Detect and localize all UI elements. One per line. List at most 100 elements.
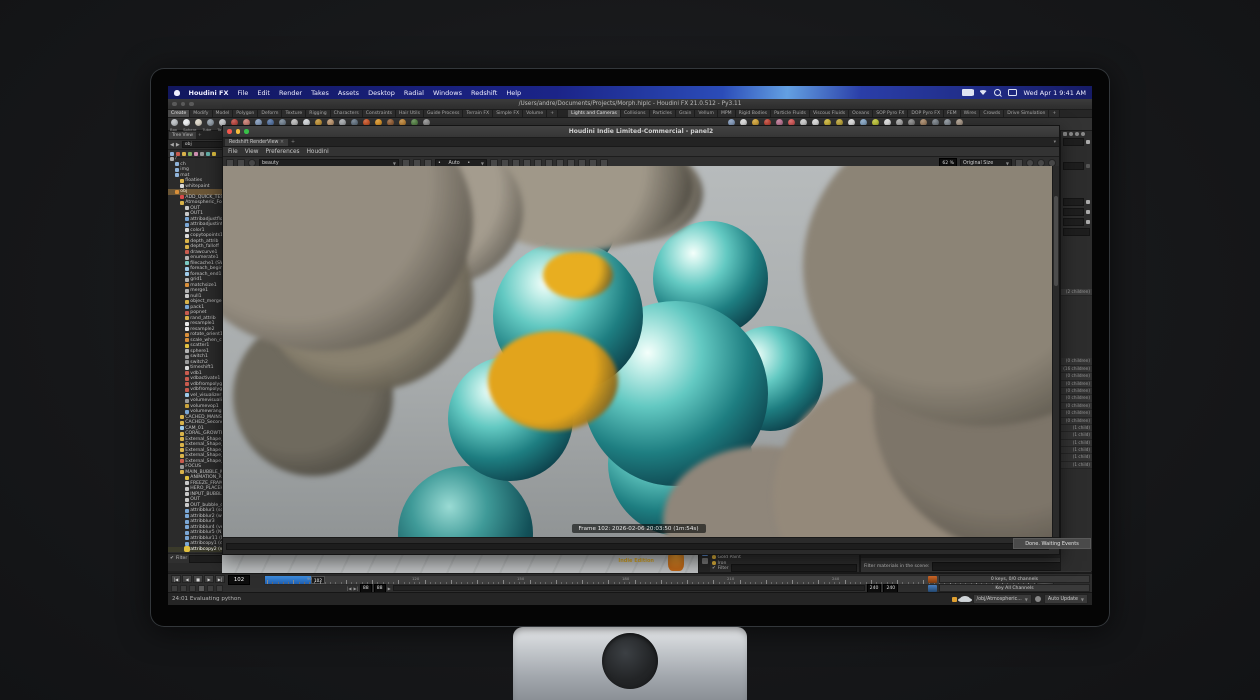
close-tab-icon[interactable]: ×	[280, 140, 284, 145]
new-pane-tab-button[interactable]: +	[291, 140, 295, 145]
realtime-toggle-icon[interactable]	[171, 585, 178, 592]
wifi-icon[interactable]	[980, 90, 987, 95]
houdini-window-titlebar[interactable]: /Users/andre/Documents/Projects/Morph.hi…	[168, 99, 1092, 110]
filter-vop-icon[interactable]	[200, 152, 204, 156]
material-filter-checkbox[interactable]: ✔	[712, 566, 716, 571]
renderview-menu-item[interactable]: Houdini	[307, 149, 329, 155]
menubar-item[interactable]: Radial	[404, 89, 424, 97]
loop-toggle-icon[interactable]	[189, 585, 196, 592]
menubar-clock[interactable]: Wed Apr 1 9:41 AM	[1024, 89, 1086, 97]
material-filter-input[interactable]	[731, 564, 857, 572]
filter-sop-icon[interactable]	[176, 152, 180, 156]
renderview-scrollbar[interactable]	[1052, 166, 1059, 539]
shelf-tab[interactable]: Lights and Cameras	[568, 110, 621, 117]
shelf-tool-icon[interactable]	[207, 119, 214, 126]
menubar-app-name[interactable]: Houdini FX	[189, 89, 229, 97]
shelf-tab[interactable]: Vellum	[695, 110, 718, 117]
menubar-item[interactable]: File	[237, 89, 248, 97]
dopesheet-icon[interactable]	[207, 585, 214, 592]
param-field[interactable]	[1063, 138, 1084, 146]
shelf-tab[interactable]: Volume	[523, 110, 547, 117]
new-pane-tab-button[interactable]: +	[198, 133, 202, 138]
shelf-tab[interactable]: Texture	[282, 110, 306, 117]
scene-graph-row[interactable]: (0 children)	[1061, 418, 1092, 425]
menubar-item[interactable]: Desktop	[368, 89, 395, 97]
param-field[interactable]	[1063, 218, 1084, 226]
param-field[interactable]	[1063, 228, 1090, 236]
shelf-tab[interactable]: +	[1049, 110, 1060, 117]
renderview-titlebar[interactable]: Houdini Indie Limited-Commercial - panel…	[223, 126, 1059, 138]
transport-button[interactable]: ▶	[204, 575, 214, 583]
shelf-tab[interactable]: Constraints	[363, 110, 396, 117]
shelf-tab[interactable]: Collisions	[621, 110, 650, 117]
menubar-item[interactable]: Windows	[433, 89, 462, 97]
shelf-tab[interactable]: Crowds	[980, 110, 1004, 117]
scene-graph-row[interactable]: (1 child)	[1061, 462, 1092, 469]
range-step-back-icon[interactable]: |◀	[347, 586, 351, 591]
shelf-tab[interactable]: DOP Pyro FX	[908, 110, 944, 117]
shelf-tool-icon[interactable]	[195, 119, 202, 126]
menubar-item[interactable]: Assets	[338, 89, 359, 97]
dropdown-icon[interactable]	[1086, 164, 1090, 168]
edit-icon[interactable]	[1063, 132, 1067, 136]
scene-graph-row[interactable]: (1 child)	[1061, 454, 1092, 461]
keys-channels-dropdown[interactable]: 0 keys, 0/0 channels	[939, 575, 1090, 583]
filter-cop-icon[interactable]	[188, 152, 192, 156]
shelf-tab[interactable]: FEM	[944, 110, 961, 117]
shelf-tab[interactable]: Terrain FX	[463, 110, 493, 117]
search-icon[interactable]	[1069, 132, 1073, 136]
node-connect-icon[interactable]	[1086, 220, 1090, 224]
help-icon[interactable]	[1081, 132, 1085, 136]
shelf-tab[interactable]: Rigid Bodies	[736, 110, 771, 117]
range-slider[interactable]	[393, 585, 865, 591]
menubar-item[interactable]: Takes	[311, 89, 329, 97]
scene-graph-row[interactable]: (16 children)	[1061, 366, 1092, 373]
scene-graph-row[interactable]: (0 children)	[1061, 358, 1092, 365]
nav-forward-icon[interactable]: ▶	[176, 142, 180, 148]
node-connect-icon[interactable]	[1086, 140, 1090, 144]
playhead-marker[interactable]: 102	[311, 576, 325, 584]
battery-icon[interactable]	[962, 89, 973, 96]
shelf-tab[interactable]: Characters	[331, 110, 363, 117]
render-canvas[interactable]: Frame 102: 2026-02-06 20:03:50 (1m:54s)	[223, 166, 1054, 539]
filter-lop-icon[interactable]	[206, 152, 210, 156]
node-connect-icon[interactable]	[1086, 200, 1090, 204]
node-connect-icon[interactable]	[1086, 210, 1090, 214]
shelf-tab[interactable]: Rigging	[306, 110, 330, 117]
scene-graph-row[interactable]: (0 children)	[1061, 395, 1092, 402]
nav-back-icon[interactable]: ◀	[170, 142, 174, 148]
spotlight-search-icon[interactable]	[994, 89, 1001, 96]
transport-button[interactable]: ■	[193, 575, 203, 583]
scene-graph-row[interactable]: (0 children)	[1061, 403, 1092, 410]
menubar-item[interactable]: Redshift	[471, 89, 497, 97]
filter-top-icon[interactable]	[212, 152, 216, 156]
apple-logo-icon[interactable]	[174, 90, 180, 96]
range-step-fwd-icon[interactable]: ▶|	[353, 586, 357, 591]
scene-graph-row[interactable]: (1 child)	[1061, 432, 1092, 439]
shelf-tab[interactable]: Create	[168, 110, 190, 117]
shelf-tab[interactable]: Hair Utils	[396, 110, 424, 117]
shelf-tab[interactable]: +	[547, 110, 558, 117]
scene-graph-row[interactable]: (1 child)	[1061, 447, 1092, 454]
scene-graph-row[interactable]: (0 children)	[1061, 373, 1092, 380]
tab-tree-view[interactable]: Tree View	[169, 132, 196, 139]
filter-rop-icon[interactable]	[194, 152, 198, 156]
shelf-tab[interactable]: Polygon	[233, 110, 258, 117]
filter-dop-icon[interactable]	[182, 152, 186, 156]
transport-button[interactable]: |◀	[171, 575, 181, 583]
context-path-dropdown[interactable]: /obj/Atmospheric...▼	[973, 594, 1032, 604]
scene-graph-row[interactable]: (1 child)	[1061, 425, 1092, 432]
scene-graph-row[interactable]: (2 children)	[1061, 289, 1092, 296]
shelf-tab[interactable]: Deform	[258, 110, 282, 117]
keyframe-icon[interactable]	[928, 576, 937, 583]
menubar-item[interactable]: Help	[506, 89, 521, 97]
settings-gear-icon[interactable]	[198, 585, 205, 592]
transport-button[interactable]: ◀	[182, 575, 192, 583]
param-field[interactable]	[1063, 208, 1084, 216]
shelf-tab[interactable]: Viscous Fluids	[810, 110, 849, 117]
shelf-tab[interactable]: Modify	[190, 110, 212, 117]
menubar-item[interactable]: Render	[279, 89, 302, 97]
menubar-item[interactable]: Edit	[257, 89, 270, 97]
shelf-tool-icon[interactable]	[183, 119, 190, 126]
info-icon[interactable]	[1075, 132, 1079, 136]
